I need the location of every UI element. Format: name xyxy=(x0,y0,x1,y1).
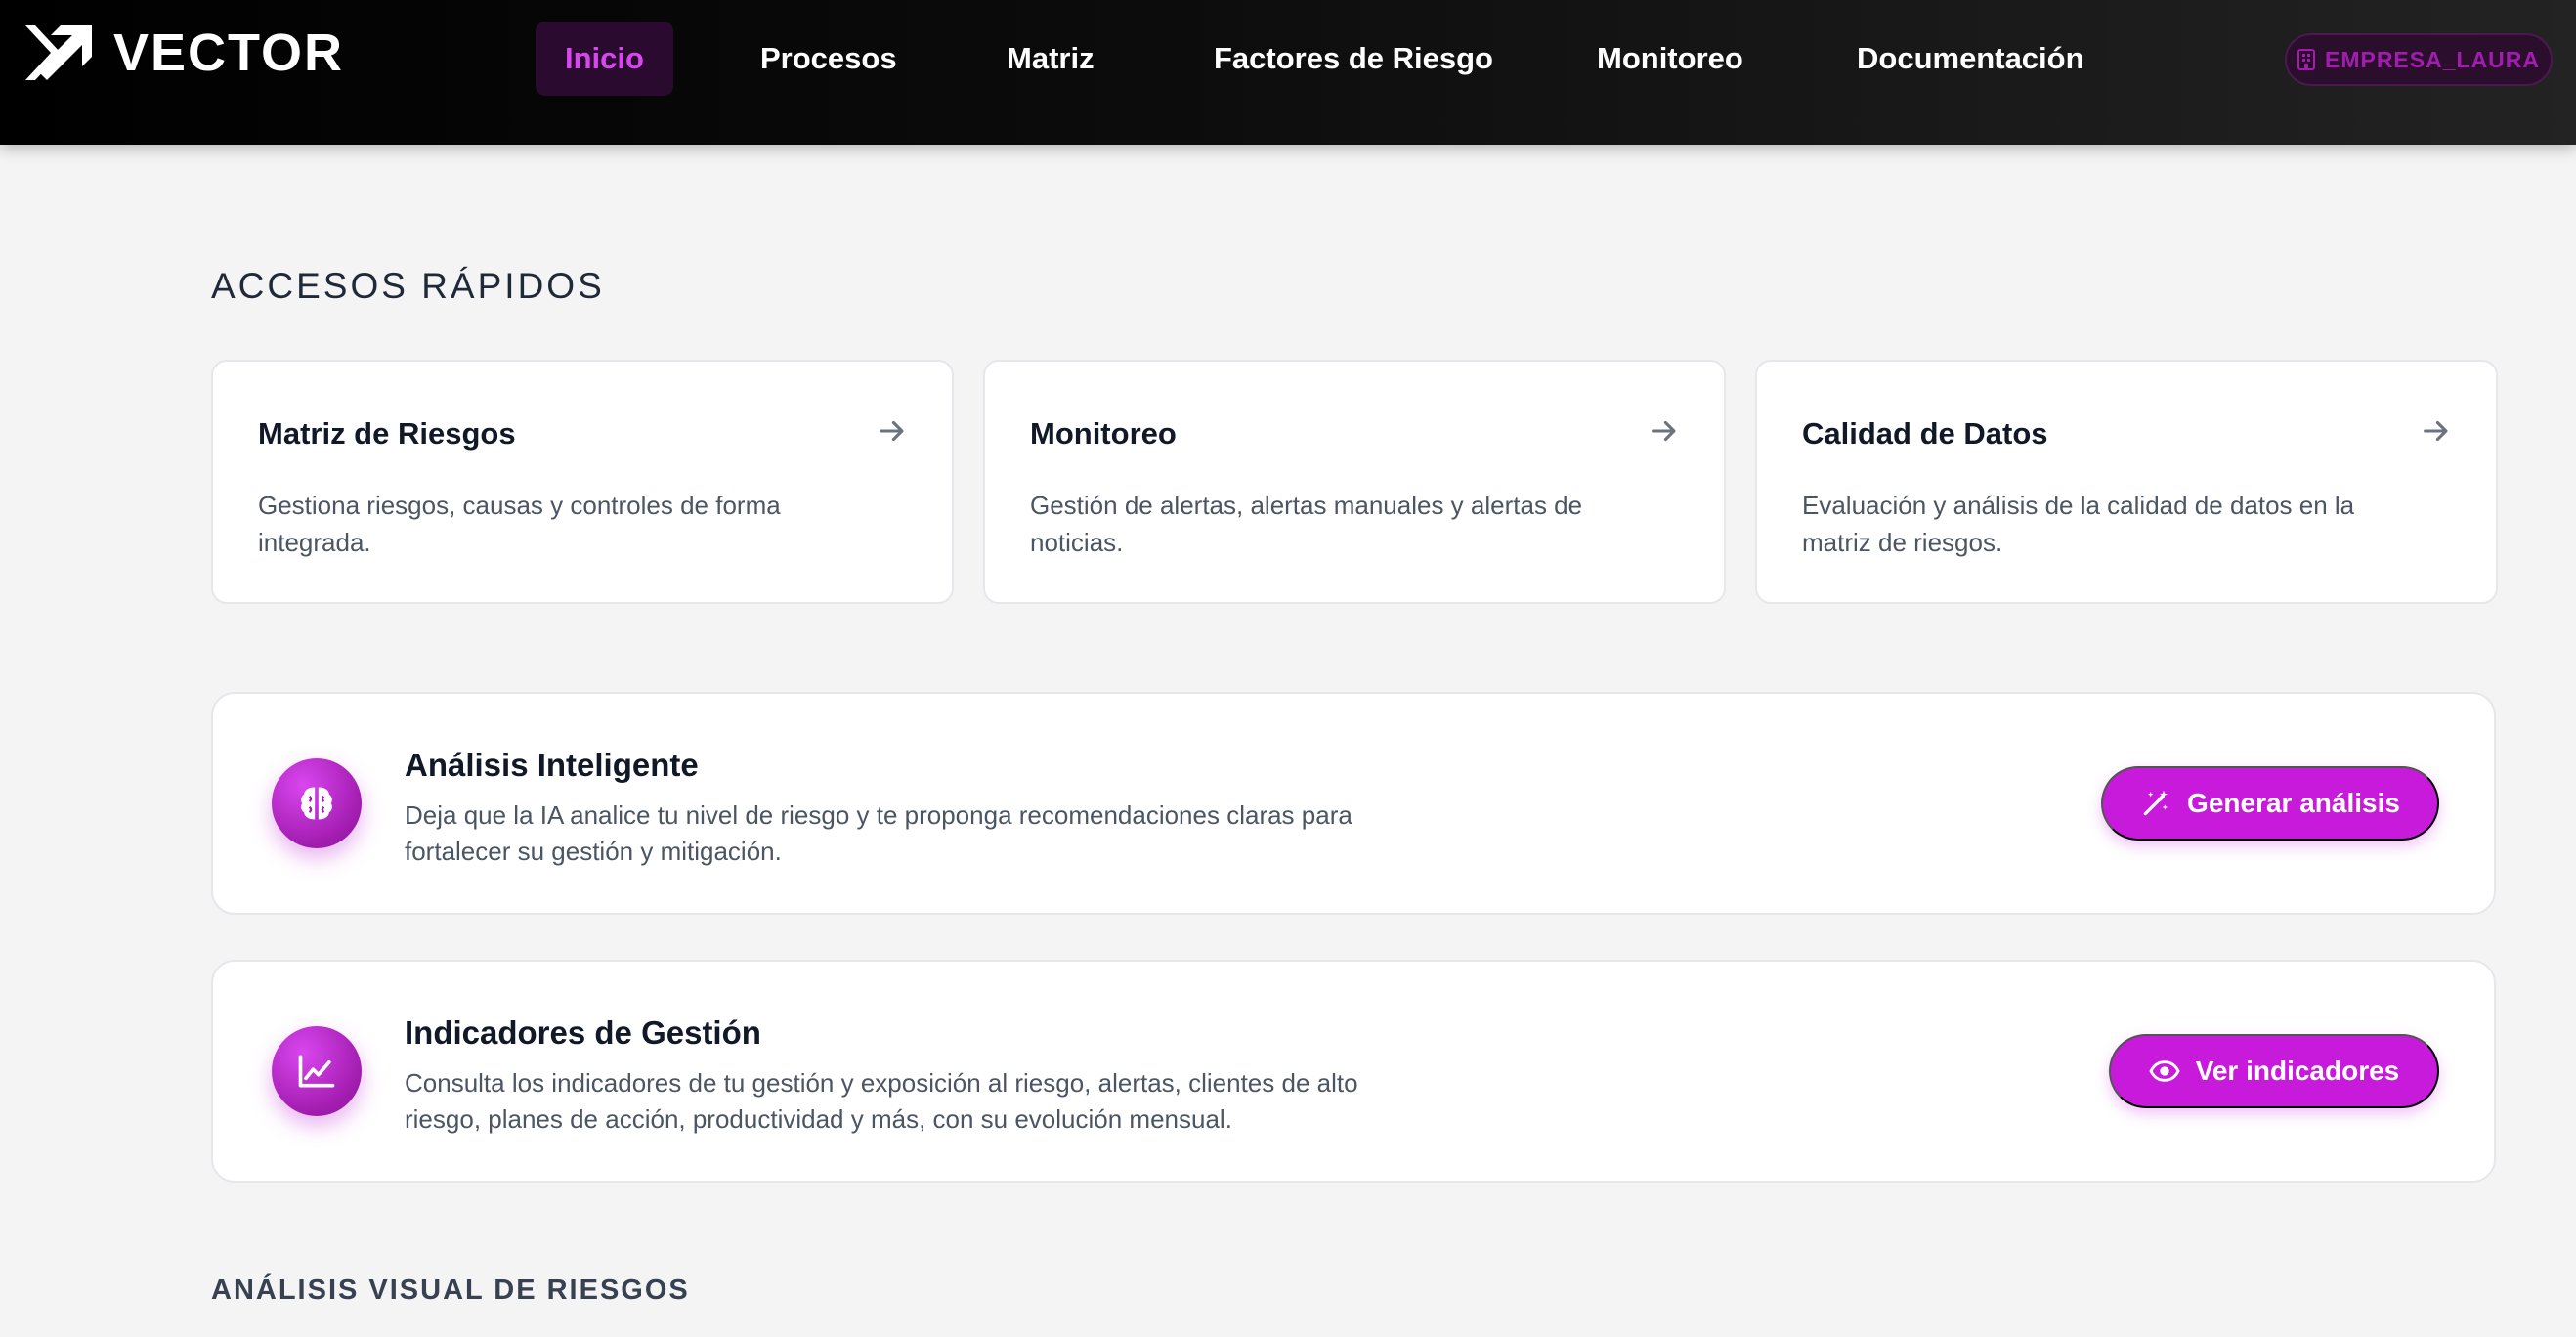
magic-wand-icon xyxy=(2143,790,2168,816)
card-title: Matriz de Riesgos xyxy=(258,416,516,451)
visual-analysis-title: ANÁLISIS VISUAL DE RIESGOS xyxy=(211,1274,690,1306)
card-description: Evaluación y análisis de la calidad de d… xyxy=(1802,491,2355,557)
vector-logo-icon xyxy=(25,25,92,80)
arrow-right-icon xyxy=(1652,420,1676,442)
nav-item-documentacion[interactable]: Documentación xyxy=(1857,22,2084,96)
quick-access-card-matriz[interactable]: Matriz de Riesgos Gestiona riesgos, caus… xyxy=(211,360,954,604)
feature-title: Indicadores de Gestión xyxy=(405,1014,761,1051)
generate-analysis-button[interactable]: Generar análisis xyxy=(2101,766,2439,841)
company-name: EMPRESA_LAURA xyxy=(2324,46,2541,72)
card-description: Gestión de alertas, alertas manuales y a… xyxy=(1030,491,1583,557)
nav-item-procesos[interactable]: Procesos xyxy=(760,22,897,96)
intelligent-analysis-card: Análisis Inteligente Deja que la IA anal… xyxy=(211,692,2496,915)
top-navigation-bar: VECTOR Inicio Procesos Matriz Factores d… xyxy=(0,0,2576,145)
line-chart-icon-badge xyxy=(272,1026,362,1116)
feature-title: Análisis Inteligente xyxy=(405,747,699,783)
app-logo[interactable]: VECTOR xyxy=(21,22,344,84)
button-label: Generar análisis xyxy=(2187,788,2400,818)
nav-item-factores-de-riesgo[interactable]: Factores de Riesgo xyxy=(1214,22,1493,96)
line-chart-icon xyxy=(298,1055,335,1088)
company-selector[interactable]: EMPRESA_LAURA xyxy=(2285,33,2553,86)
button-label: Ver indicadores xyxy=(2195,1056,2400,1086)
app-name: VECTOR xyxy=(113,23,345,82)
nav-item-matriz[interactable]: Matriz xyxy=(1007,22,1095,96)
feature-description: Consulta los indicadores de tu gestión y… xyxy=(405,1068,1358,1134)
feature-description: Deja que la IA analice tu nivel de riesg… xyxy=(405,800,1352,866)
arrow-right-icon xyxy=(880,420,904,442)
nav-item-inicio[interactable]: Inicio xyxy=(536,22,673,96)
card-title: Monitoreo xyxy=(1030,416,1177,451)
nav-item-monitoreo[interactable]: Monitoreo xyxy=(1597,22,1743,96)
brain-icon xyxy=(301,787,332,820)
building-icon xyxy=(2297,49,2315,70)
eye-icon xyxy=(2149,1060,2180,1082)
management-indicators-card: Indicadores de Gestión Consulta los indi… xyxy=(211,960,2496,1183)
arrow-right-icon xyxy=(2424,420,2448,442)
brain-icon-badge xyxy=(272,758,362,848)
quick-access-card-calidad-de-datos[interactable]: Calidad de Datos Evaluación y análisis d… xyxy=(1755,360,2498,604)
view-indicators-button[interactable]: Ver indicadores xyxy=(2109,1034,2439,1108)
card-description: Gestiona riesgos, causas y controles de … xyxy=(258,491,781,557)
quick-access-title: ACCESOS RÁPIDOS xyxy=(211,266,605,306)
card-title: Calidad de Datos xyxy=(1802,416,2048,451)
quick-access-card-monitoreo[interactable]: Monitoreo Gestión de alertas, alertas ma… xyxy=(983,360,1726,604)
